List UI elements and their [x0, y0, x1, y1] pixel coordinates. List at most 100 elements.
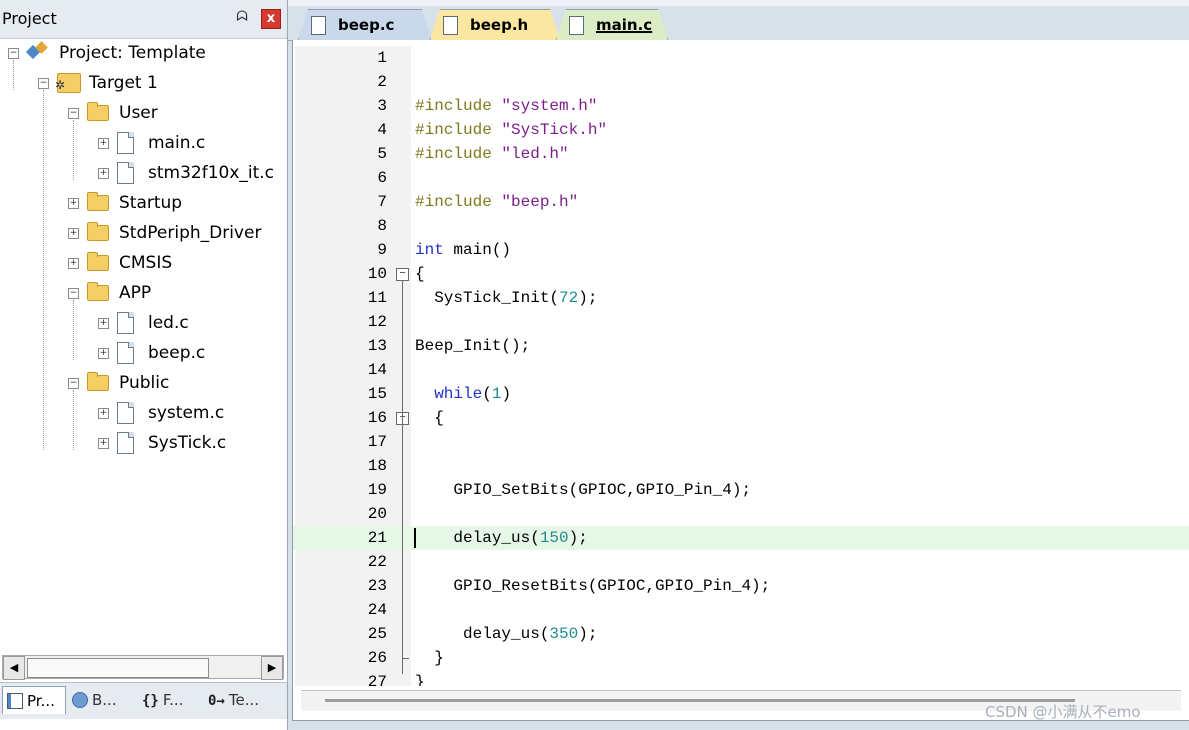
code-line[interactable]: 3 #include "system.h" — [293, 94, 1189, 118]
code-line[interactable]: 18 — [293, 454, 1189, 478]
tree-item[interactable]: − APP — [68, 278, 151, 308]
bottom-tab-label: Pr... — [27, 691, 55, 710]
collapse-icon[interactable]: − — [8, 47, 19, 59]
line-number: 16 — [367, 409, 387, 427]
code-line[interactable]: 21 delay_us(150); — [293, 526, 1189, 550]
code-token: 1 — [491, 385, 502, 403]
scroll-thumb[interactable] — [27, 658, 209, 678]
tree-item[interactable]: + CMSIS — [68, 248, 172, 278]
scroll-left-icon[interactable]: ◀ — [3, 656, 25, 680]
code-token: GPIO_ResetBits(GPIOC,GPIO_Pin_4); — [415, 577, 771, 595]
tree-item-label: Project: Template — [59, 43, 206, 63]
line-number: 13 — [367, 337, 387, 355]
code-line[interactable]: 13 Beep_Init(); — [293, 334, 1189, 358]
file-icon — [117, 312, 134, 334]
code-text: { — [415, 406, 444, 430]
tree-connector — [73, 120, 74, 180]
bottom-tab[interactable]: {} F... — [138, 686, 200, 714]
tree-item[interactable]: + Startup — [68, 188, 182, 218]
tree-item-label: SysTick.c — [148, 433, 227, 453]
expand-icon[interactable]: + — [68, 197, 79, 209]
code-text: GPIO_ResetBits(GPIOC,GPIO_Pin_4); — [415, 574, 770, 598]
code-line[interactable]: 15 while(1) — [293, 382, 1189, 406]
expand-icon[interactable]: + — [68, 227, 79, 239]
collapse-icon[interactable]: − — [38, 77, 49, 89]
code-area[interactable]: 1 2 3 #include "system.h" 4 #include "SysTick… — [293, 46, 1189, 686]
bottom-tab[interactable]: B... — [68, 686, 134, 714]
tree-item[interactable]: − Project: Template — [8, 38, 206, 68]
code-line[interactable]: 26 } — [293, 646, 1189, 670]
books-tab-icon — [72, 692, 88, 708]
tree-item-label: beep.c — [148, 343, 206, 363]
code-line[interactable]: 24 — [293, 598, 1189, 622]
tab-label: beep.h — [470, 16, 529, 34]
collapse-icon[interactable]: − — [68, 107, 79, 119]
code-line[interactable]: 7 #include "beep.h" — [293, 190, 1189, 214]
code-text: int main() — [415, 238, 511, 262]
code-line[interactable]: 19 GPIO_SetBits(GPIOC,GPIO_Pin_4); — [293, 478, 1189, 502]
expand-icon[interactable]: + — [98, 317, 109, 329]
expand-icon[interactable]: + — [98, 407, 109, 419]
code-line[interactable]: 6 — [293, 166, 1189, 190]
line-number: 21 — [367, 529, 387, 547]
tree-item[interactable]: − Public — [68, 368, 169, 398]
tab-beep-h[interactable]: beep.h — [430, 9, 560, 40]
tree-item[interactable]: + stm32f10x_it.c — [98, 158, 274, 188]
expand-icon[interactable]: + — [98, 167, 109, 179]
bottom-tab-label: B... — [92, 691, 117, 709]
code-line[interactable]: 16− { — [293, 406, 1189, 430]
tab-beep-c[interactable]: beep.c — [298, 9, 432, 40]
close-icon[interactable]: x — [261, 9, 281, 29]
tree-item[interactable]: − Target 1 — [38, 68, 158, 98]
code-token: ); — [568, 529, 588, 547]
code-editor[interactable]: 1 2 3 #include "system.h" 4 #include "SysTick… — [292, 40, 1189, 721]
code-line[interactable]: 2 — [293, 70, 1189, 94]
expand-icon[interactable]: + — [98, 137, 109, 149]
code-line[interactable]: 9 int main() — [293, 238, 1189, 262]
bottom-tab[interactable]: 0→ Te... — [204, 686, 276, 714]
code-line[interactable]: 10−{ — [293, 262, 1189, 286]
tree-item[interactable]: + beep.c — [98, 338, 205, 368]
tab-main-c[interactable]: main.c — [556, 9, 668, 40]
code-line[interactable]: 11 SysTick_Init(72); — [293, 286, 1189, 310]
code-text: } — [415, 670, 425, 686]
code-line[interactable]: 17 — [293, 430, 1189, 454]
code-line[interactable]: 1 — [293, 46, 1189, 70]
folder-open-icon — [87, 282, 109, 301]
tree-item[interactable]: + SysTick.c — [98, 428, 226, 458]
tree-item[interactable]: + led.c — [98, 308, 189, 338]
code-line[interactable]: 5 #include "led.h" — [293, 142, 1189, 166]
scroll-right-icon[interactable]: ▶ — [261, 656, 283, 680]
code-line[interactable]: 4 #include "SysTick.h" — [293, 118, 1189, 142]
pin-icon[interactable]: ᗣ — [234, 9, 250, 27]
editor-scroll-thumb[interactable] — [325, 699, 1075, 702]
code-token: #include — [415, 121, 502, 139]
tree-item[interactable]: + StdPeriph_Driver — [68, 218, 261, 248]
tree-item[interactable]: + system.c — [98, 398, 224, 428]
expand-icon[interactable]: + — [98, 437, 109, 449]
tree-item[interactable]: − User — [68, 98, 158, 128]
panel-header: Project ᗣ x — [0, 0, 287, 39]
tree-connector — [43, 90, 44, 450]
line-number: 4 — [377, 121, 387, 139]
code-line[interactable]: 8 — [293, 214, 1189, 238]
tree-connector — [73, 390, 74, 450]
bottom-tab[interactable]: Pr... — [2, 686, 66, 714]
collapse-icon[interactable]: − — [68, 287, 79, 299]
project-tree: −Project: Template−Target 1−User+main.c+… — [0, 38, 287, 650]
code-line[interactable]: 23 GPIO_ResetBits(GPIOC,GPIO_Pin_4); — [293, 574, 1189, 598]
project-horizontal-scrollbar[interactable]: ◀ ▶ — [2, 655, 284, 680]
tree-item[interactable]: + main.c — [98, 128, 205, 158]
code-line[interactable]: 27} — [293, 670, 1189, 686]
project-tab-icon — [7, 692, 23, 709]
code-line[interactable]: 20 — [293, 502, 1189, 526]
tree-item-label: main.c — [148, 133, 206, 153]
code-line[interactable]: 12 — [293, 310, 1189, 334]
code-line[interactable]: 25 delay_us(350); — [293, 622, 1189, 646]
collapse-icon[interactable]: − — [68, 377, 79, 389]
expand-icon[interactable]: + — [68, 257, 79, 269]
expand-icon[interactable]: + — [98, 347, 109, 359]
code-line[interactable]: 14 — [293, 358, 1189, 382]
code-line[interactable]: 22 — [293, 550, 1189, 574]
code-token: 72 — [559, 289, 579, 307]
